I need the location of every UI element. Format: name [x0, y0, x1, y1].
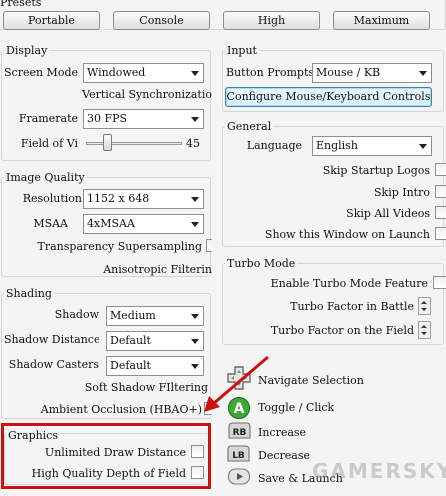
shadow-label: Shadow [54, 308, 99, 321]
framerate-label: Framerate [18, 112, 78, 125]
watermark: GAMERSKY [312, 459, 446, 483]
skip-intro-label: Skip Intro [374, 186, 430, 199]
decrease-label: Decrease [258, 449, 310, 462]
vsync-label: Vertical Synchronizatio [82, 88, 212, 101]
shadow-distance-select[interactable]: Default [106, 331, 204, 351]
skip-intro-checkbox[interactable] [435, 185, 446, 198]
language-label: Language [246, 139, 302, 152]
screen-mode-label: Screen Mode [4, 66, 78, 79]
chevron-down-icon [191, 197, 199, 202]
highlight-box [1, 423, 211, 489]
general-title: General [225, 120, 274, 133]
svg-text:RB: RB [233, 428, 247, 438]
display-title: Display [4, 44, 50, 57]
resolution-select[interactable]: 1152 x 648 [83, 189, 204, 209]
chevron-down-icon [419, 71, 427, 76]
button-prompts-select[interactable]: Mouse / KB [312, 63, 432, 83]
button-prompts-label: Button Prompts [226, 66, 314, 79]
anisotropic-filtering-label: Anisotropic Filterin [103, 263, 212, 276]
fov-slider-thumb[interactable] [103, 134, 113, 151]
enable-turbo-checkbox[interactable] [433, 276, 446, 289]
turbo-field-label: Turbo Factor on the Field [270, 324, 414, 337]
preset-maximum-button[interactable]: Maximum [333, 11, 430, 30]
language-select[interactable]: English [312, 136, 432, 156]
shadow-casters-select[interactable]: Default [106, 356, 204, 376]
turbo-mode-title: Turbo Mode [225, 257, 298, 270]
preset-high-button[interactable]: High [223, 11, 320, 30]
preset-portable-button[interactable]: Portable [3, 11, 100, 30]
fov-label: Field of Vi [20, 137, 78, 150]
show-window-on-launch-checkbox[interactable] [435, 227, 446, 240]
fov-slider-track[interactable] [86, 142, 182, 145]
skip-startup-logos-checkbox[interactable] [435, 163, 446, 176]
shadow-select[interactable]: Medium [106, 306, 204, 326]
ambient-occlusion-label: Ambient Occlusion (HBAO+) [40, 403, 202, 416]
shading-title: Shading [4, 287, 54, 300]
skip-startup-logos-label: Skip Startup Logos [322, 164, 430, 177]
skip-all-videos-label: Skip All Videos [346, 207, 430, 220]
configure-controls-button[interactable]: Configure Mouse/Keyboard Controls [225, 87, 432, 107]
annotation-arrow [204, 355, 269, 412]
shadow-casters-label: Shadow Casters [8, 358, 99, 371]
screen-mode-select[interactable]: Windowed [83, 63, 204, 83]
turbo-field-spinner[interactable] [418, 321, 431, 339]
chevron-down-icon [191, 339, 199, 344]
preset-console-button[interactable]: Console [113, 11, 210, 30]
resolution-label: Resolution [22, 192, 82, 205]
lb-button-icon: LB [227, 445, 251, 467]
presets-title: Presets [0, 0, 44, 9]
turbo-battle-spinner[interactable] [418, 297, 431, 315]
chevron-down-icon [419, 144, 427, 149]
msaa-label: MSAA [33, 217, 68, 230]
fov-value: 45 [186, 137, 200, 150]
transparency-supersampling-checkbox[interactable] [206, 239, 212, 252]
start-button-icon [227, 467, 251, 489]
rb-button-icon: RB [227, 422, 251, 444]
skip-all-videos-checkbox[interactable] [435, 206, 446, 219]
show-window-on-launch-label: Show this Window on Launch [264, 228, 430, 241]
transparency-supersampling-label: Transparency Supersampling [37, 240, 202, 253]
svg-text:LB: LB [232, 451, 245, 461]
chevron-down-icon [191, 71, 199, 76]
msaa-select[interactable]: 4xMSAA [83, 214, 204, 234]
shadow-distance-label: Shadow Distance [4, 333, 99, 346]
chevron-down-icon [191, 117, 199, 122]
turbo-battle-label: Turbo Factor in Battle [290, 300, 414, 313]
increase-label: Increase [258, 426, 307, 439]
chevron-down-icon [191, 222, 199, 227]
image-quality-title: Image Quality [4, 171, 87, 184]
input-title: Input [225, 44, 259, 57]
chevron-down-icon [191, 314, 199, 319]
framerate-select[interactable]: 30 FPS [83, 109, 204, 129]
enable-turbo-label: Enable Turbo Mode Feature [270, 277, 428, 290]
soft-shadow-filtering-label: Soft Shadow FIltering [84, 381, 208, 394]
